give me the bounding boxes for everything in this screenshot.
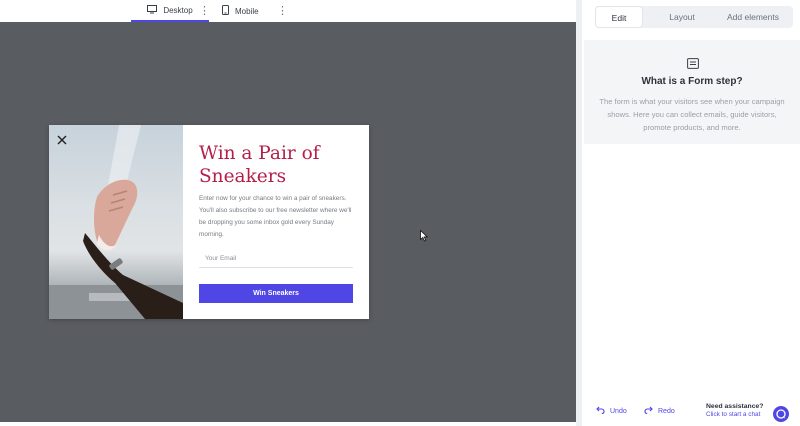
assist-title: Need assistance? — [706, 403, 764, 410]
redo-label: Redo — [658, 407, 675, 415]
sneaker-image — [49, 125, 183, 319]
tab-mobile[interactable]: Mobile — [222, 0, 272, 22]
undo-button[interactable]: Undo — [596, 406, 627, 416]
canvas-bottom-strip — [0, 422, 576, 426]
info-title: What is a Form step? — [641, 76, 743, 87]
popup-content: Win a Pair of Sneakers Enter now for you… — [199, 125, 359, 319]
win-sneakers-button[interactable]: Win Sneakers — [199, 284, 353, 303]
editor-area: Desktop ⋮ Mobile ⋮ Win a Pair of Sneaker… — [0, 0, 576, 426]
panel-footer: Undo Redo Need assistance? Click to star… — [582, 402, 800, 426]
form-step-info-card: What is a Form step? The form is what yo… — [584, 40, 800, 144]
assistance-block[interactable]: Need assistance? Click to start a chat — [706, 403, 770, 418]
popup-description: Enter now for your chance to win a pair … — [199, 195, 352, 238]
tab-desktop-label: Desktop — [163, 5, 193, 15]
undo-label: Undo — [610, 407, 627, 415]
popup-preview[interactable]: Win a Pair of Sneakers Enter now for you… — [49, 125, 369, 319]
tab-mobile-label: Mobile — [235, 6, 259, 16]
mobile-icon — [222, 5, 229, 17]
redo-icon — [644, 406, 653, 416]
panel-tabs: Edit Layout Add elements — [595, 6, 793, 28]
desktop-more-icon[interactable]: ⋮ — [199, 4, 210, 18]
device-switcher: Desktop ⋮ Mobile ⋮ — [0, 0, 576, 22]
undo-icon — [596, 406, 605, 416]
editor-app: Desktop ⋮ Mobile ⋮ Win a Pair of Sneaker… — [0, 0, 800, 426]
tab-add-elements[interactable]: Add elements — [713, 6, 793, 28]
close-icon[interactable] — [56, 133, 68, 145]
email-field[interactable] — [199, 250, 353, 268]
properties-panel: Edit Layout Add elements What is a Form … — [582, 0, 800, 426]
desktop-icon — [147, 4, 158, 16]
form-step-icon — [687, 56, 699, 69]
tab-desktop[interactable]: Desktop — [131, 0, 209, 22]
info-description: The form is what your visitors see when … — [599, 97, 785, 132]
popup-title: Win a Pair of Sneakers — [199, 143, 320, 187]
start-chat-link[interactable]: Click to start a chat — [706, 411, 770, 418]
mouse-cursor-icon — [420, 229, 429, 242]
chat-bubble-icon[interactable] — [773, 406, 789, 422]
tab-layout[interactable]: Layout — [655, 6, 709, 28]
redo-button[interactable]: Redo — [644, 406, 675, 416]
mobile-more-icon[interactable]: ⋮ — [277, 4, 288, 18]
tab-edit[interactable]: Edit — [595, 6, 643, 28]
